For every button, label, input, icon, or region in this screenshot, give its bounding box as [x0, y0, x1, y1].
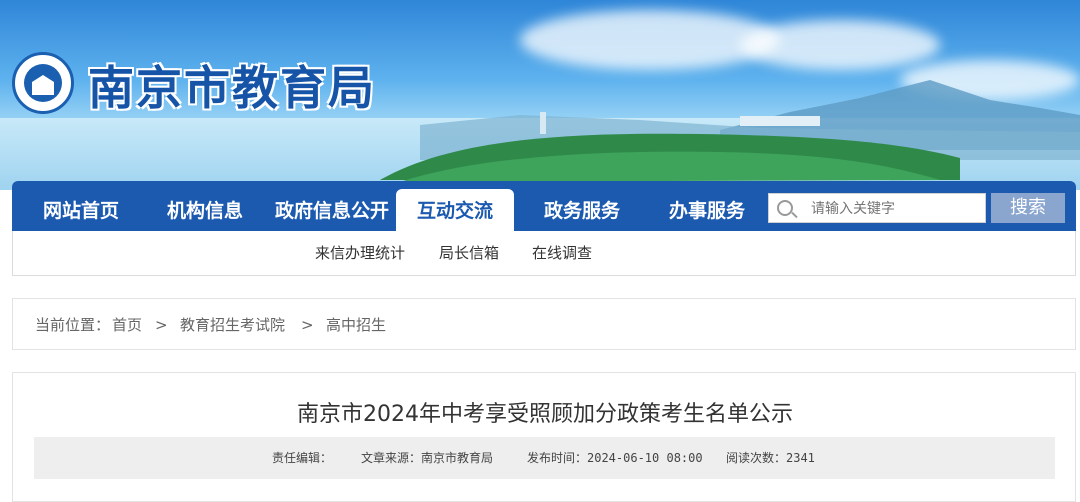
breadcrumb-home[interactable]: 首页	[112, 299, 142, 351]
breadcrumb-exam-institute[interactable]: 教育招生考试院	[180, 299, 285, 351]
site-logo[interactable]	[12, 52, 74, 114]
breadcrumb-high-school[interactable]: 高中招生	[326, 299, 386, 351]
breadcrumb-separator: >	[155, 316, 168, 334]
article-editor: 责任编辑：	[272, 451, 333, 465]
sub-nav: 来信办理统计 局长信箱 在线调查	[12, 231, 1076, 276]
article-source: 文章来源：南京市教育局	[361, 451, 494, 465]
nav-gov-info[interactable]: 政府信息公开	[267, 181, 397, 231]
search-input[interactable]	[809, 194, 983, 224]
subnav-director-mailbox[interactable]: 局长信箱	[439, 231, 499, 276]
article-publish-time: 发布时间：2024-06-10 08:00	[527, 451, 703, 465]
logo-emblem	[24, 64, 62, 102]
article-read-count: 阅读次数：2341	[726, 451, 815, 465]
nav-gov-services[interactable]: 政务服务	[527, 181, 637, 231]
site-title[interactable]: 南京市教育局	[88, 52, 376, 118]
breadcrumb-separator: >	[301, 316, 314, 334]
nav-interaction[interactable]: 互动交流	[396, 189, 514, 231]
cloud-decoration	[740, 20, 940, 70]
article-title: 南京市2024年中考享受照顾加分政策考生名单公示	[297, 402, 793, 427]
nav-affairs[interactable]: 办事服务	[652, 181, 762, 231]
nav-home[interactable]: 网站首页	[26, 181, 136, 231]
subnav-letter-stats[interactable]: 来信办理统计	[315, 231, 405, 276]
main-nav: 网站首页 机构信息 政府信息公开 互动交流 政务服务 办事服务 搜索	[12, 181, 1076, 231]
search-box	[768, 193, 986, 224]
header-banner: 南京市教育局	[0, 0, 1080, 190]
breadcrumb: 当前位置： 首页 > 教育招生考试院 > 高中招生	[12, 298, 1076, 350]
search-icon	[777, 200, 793, 216]
article-panel: 南京市2024年中考享受照顾加分政策考生名单公示 责任编辑： 文章来源：南京市教…	[12, 372, 1076, 502]
breadcrumb-label: 当前位置：	[35, 316, 111, 334]
building-icon	[32, 75, 54, 95]
subnav-online-survey[interactable]: 在线调查	[532, 231, 592, 276]
nav-organization[interactable]: 机构信息	[150, 181, 260, 231]
search-button[interactable]: 搜索	[991, 193, 1065, 223]
article-meta-bar: 责任编辑： 文章来源：南京市教育局 发布时间：2024-06-10 08:00 …	[34, 437, 1055, 479]
